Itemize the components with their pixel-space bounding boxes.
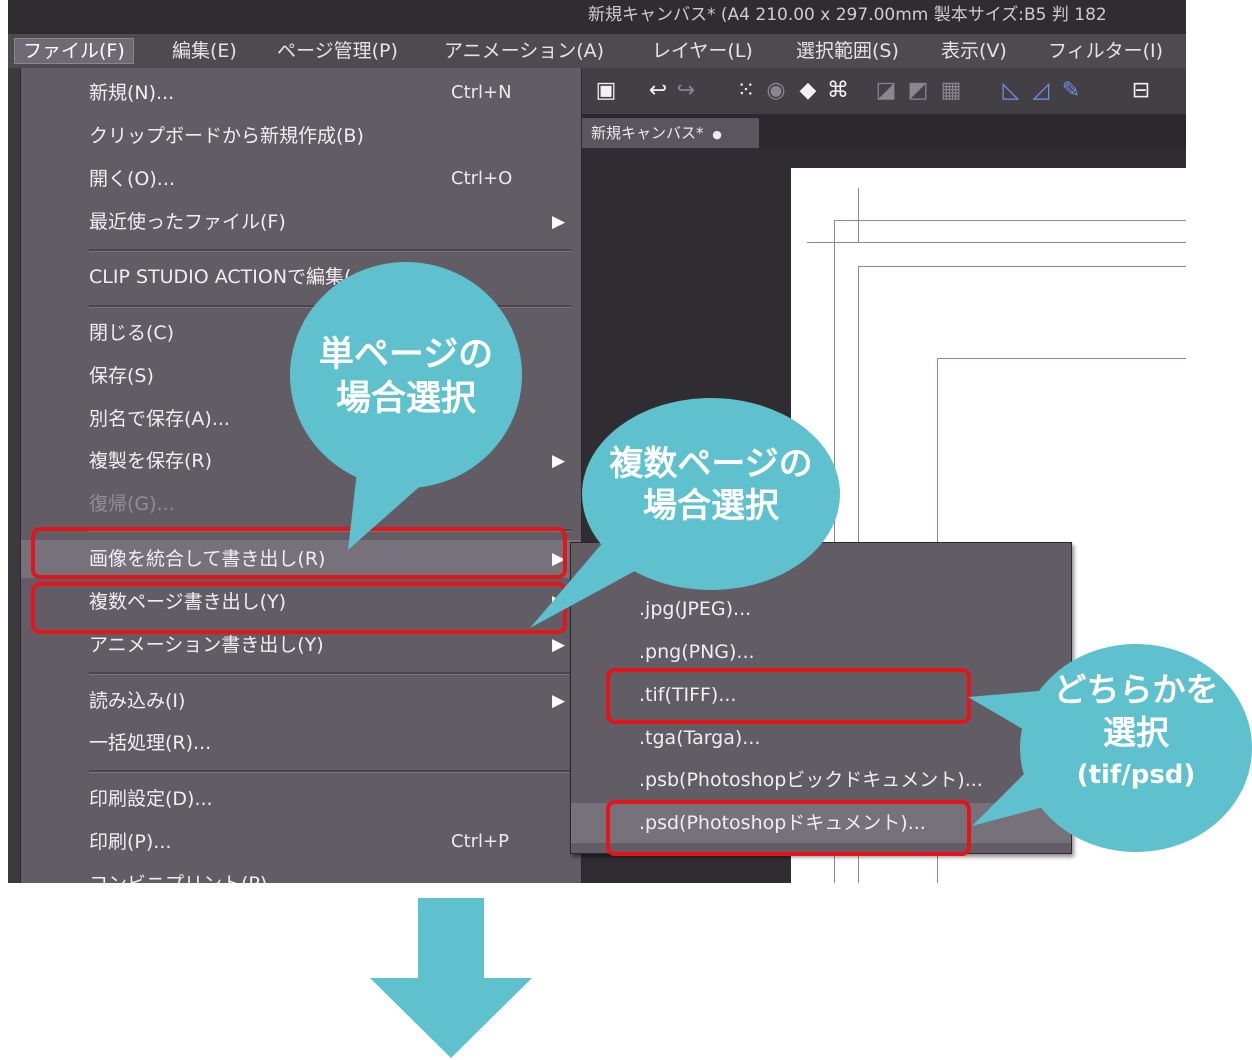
callout-text-line: 複数ページの xyxy=(609,444,813,484)
callout-multi-page-text: 複数ページの 場合選択 xyxy=(582,443,840,527)
callout-text-line: どちらかを xyxy=(1053,670,1219,709)
callout-text-line: 場合選択 xyxy=(643,486,779,526)
callout-text-line: 選択 xyxy=(1103,713,1169,752)
callout-text-line: (tif/psd) xyxy=(1076,760,1196,790)
callout-text-line: 単ページの xyxy=(318,335,494,375)
down-arrow-icon xyxy=(370,898,532,1058)
callout-single-page-text: 単ページの 場合選択 xyxy=(290,333,522,421)
callout-format-text: どちらかを 選択 (tif/psd) xyxy=(1020,668,1252,797)
callout-text-line: 場合選択 xyxy=(335,379,476,419)
